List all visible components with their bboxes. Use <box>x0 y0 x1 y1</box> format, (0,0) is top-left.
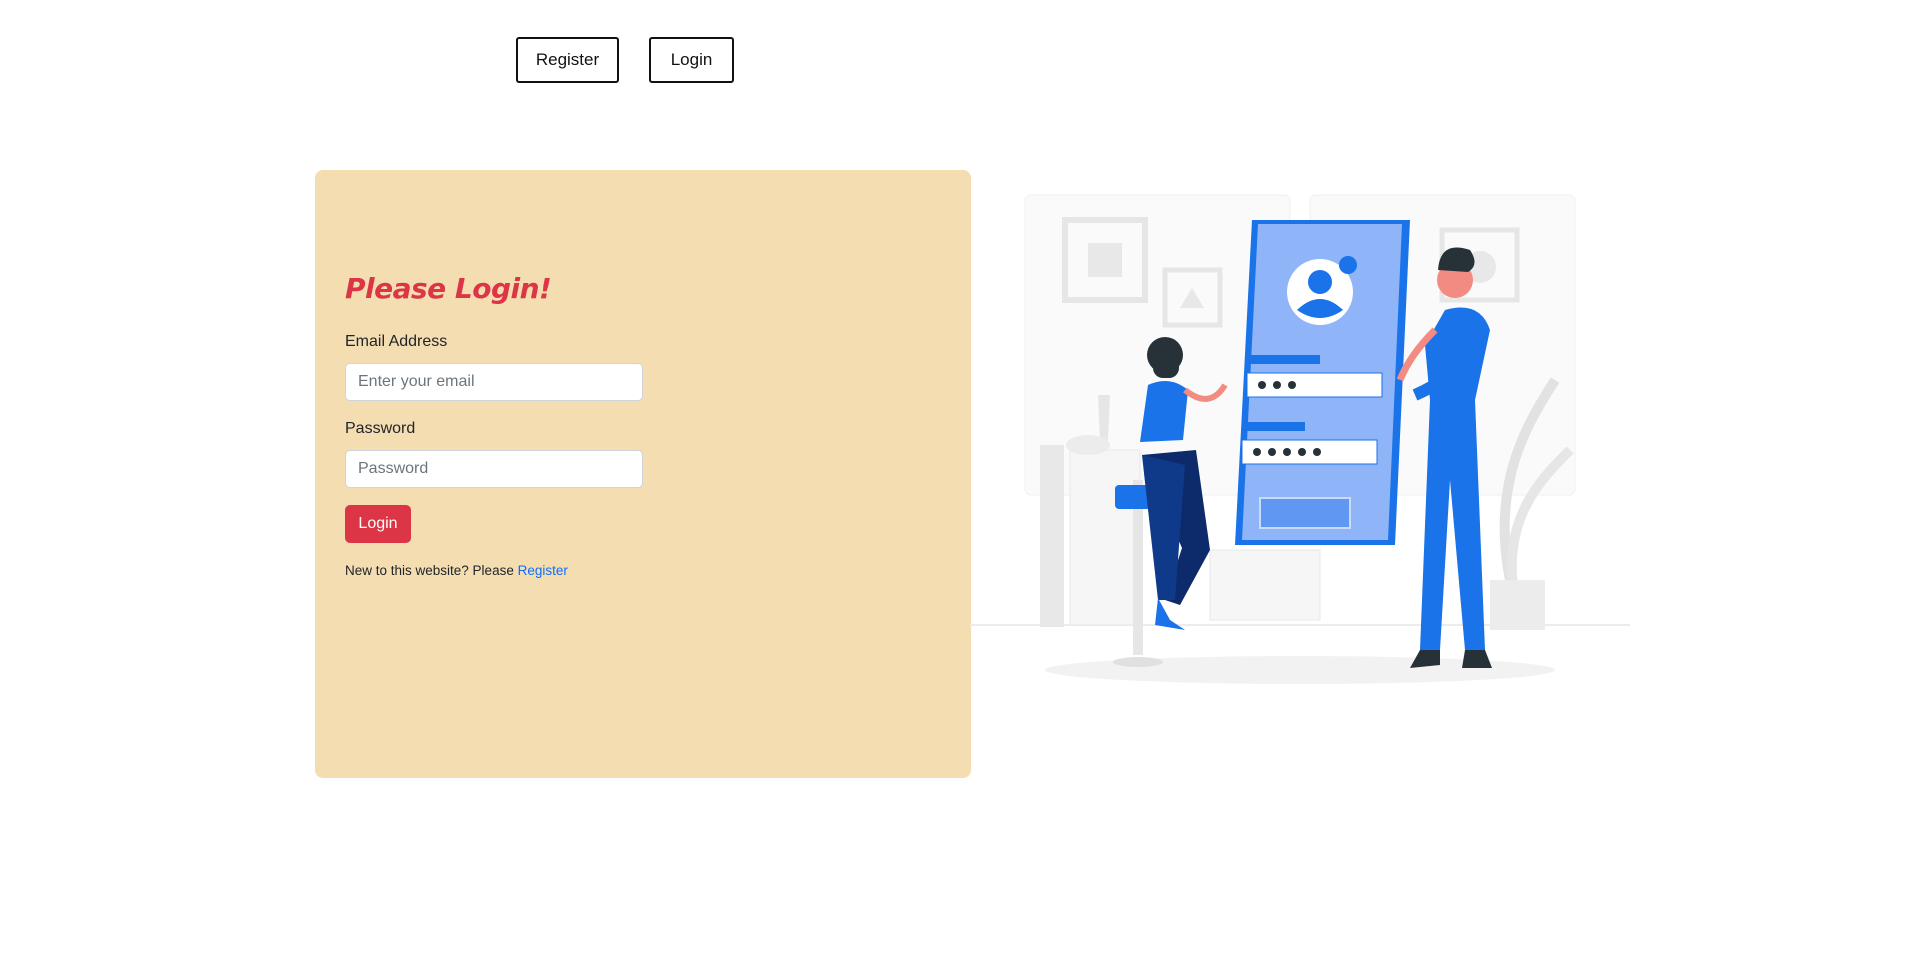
register-link[interactable]: Register <box>518 563 568 578</box>
email-input[interactable] <box>345 363 643 401</box>
password-label: Password <box>345 420 416 437</box>
register-prompt-text: New to this website? Please <box>345 563 518 578</box>
email-label: Email Address <box>345 333 448 350</box>
login-illustration-svg <box>970 194 1630 684</box>
top-nav: Register Login <box>516 37 734 83</box>
login-submit-button[interactable]: Login <box>345 505 411 543</box>
nav-register-button[interactable]: Register <box>516 37 619 83</box>
login-card: Please Login! Email Address Password Log… <box>315 170 971 778</box>
nav-login-button[interactable]: Login <box>649 37 734 83</box>
login-illustration <box>970 180 1630 700</box>
register-prompt: New to this website? Please Register <box>345 563 568 578</box>
password-input[interactable] <box>345 450 643 488</box>
login-title: Please Login! <box>345 272 552 305</box>
